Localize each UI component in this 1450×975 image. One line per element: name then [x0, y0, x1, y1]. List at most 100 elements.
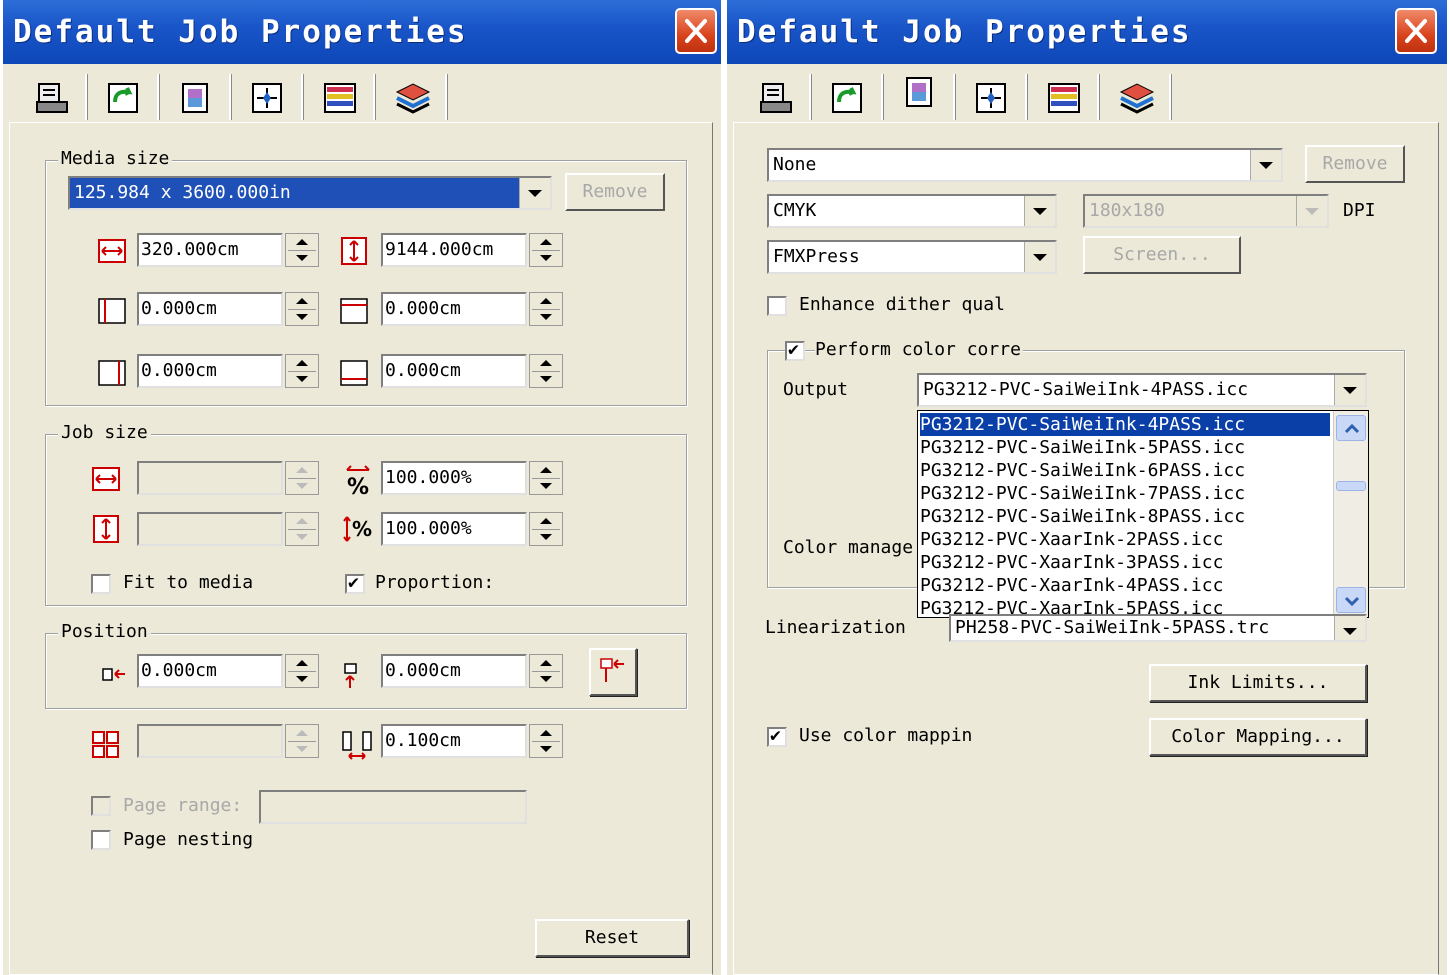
position-anchor-button[interactable]: [589, 648, 637, 696]
scroll-down-button[interactable]: [1336, 587, 1366, 613]
profile-remove-button[interactable]: Remove: [1305, 145, 1405, 183]
position-y-stepper[interactable]: [529, 654, 563, 688]
color-correction-legend: Perform color corre: [815, 339, 1023, 361]
margin-left-stepper[interactable]: [285, 292, 319, 326]
tile-count-field[interactable]: [137, 724, 283, 758]
scale-y-stepper[interactable]: [529, 512, 563, 546]
media-size-select[interactable]: 125.984 x 3600.000in: [68, 176, 552, 210]
list-item[interactable]: PG3212-PVC-SaiWeiInk-4PASS.icc: [920, 413, 1330, 436]
printer-icon: [36, 83, 68, 113]
media-height-field[interactable]: 9144.000cm: [381, 233, 527, 267]
tab-stripes[interactable]: [311, 72, 371, 122]
list-item[interactable]: PG3212-PVC-SaiWeiInk-6PASS.icc: [920, 459, 1330, 482]
spacing-field[interactable]: 0.100cm: [381, 724, 527, 758]
tab-stripes[interactable]: [1035, 72, 1095, 122]
margin-left-field[interactable]: 0.000cm: [137, 292, 283, 326]
chevron-down-icon[interactable]: [1296, 196, 1327, 226]
printer-icon: [760, 83, 792, 113]
close-icon: [1405, 19, 1427, 43]
margin-right-stepper[interactable]: [285, 354, 319, 388]
job-width-field[interactable]: [137, 461, 283, 495]
margin-right-icon: [97, 358, 127, 388]
color-icon: [906, 77, 932, 107]
anchor-icon: [600, 658, 624, 682]
media-width-field[interactable]: 320.000cm: [137, 233, 283, 267]
output-select[interactable]: PG3212-PVC-SaiWeiInk-4PASS.icc: [917, 373, 1367, 407]
svg-text:%: %: [352, 517, 372, 541]
use-color-mapping-label: Use color mappin: [799, 725, 973, 746]
chevron-down-icon[interactable]: [1024, 242, 1055, 272]
margin-top-field[interactable]: 0.000cm: [381, 292, 527, 326]
chevron-up-icon: [1344, 423, 1360, 434]
spacing-stepper[interactable]: [529, 724, 563, 758]
margin-top-stepper[interactable]: [529, 292, 563, 326]
scale-x-field[interactable]: 100.000%: [381, 461, 527, 495]
left-title-bar[interactable]: Default Job Properties: [3, 0, 721, 64]
position-x-stepper[interactable]: [285, 654, 319, 688]
job-width-stepper[interactable]: [285, 461, 319, 495]
left-close-button[interactable]: [675, 8, 717, 54]
tab-media[interactable]: [23, 72, 83, 122]
right-title-bar[interactable]: Default Job Properties: [727, 0, 1447, 64]
tab-media[interactable]: [747, 72, 807, 122]
chevron-down-icon[interactable]: [519, 178, 550, 208]
linearization-select[interactable]: PH258-PVC-SaiWeiInk-5PASS.trc: [949, 614, 1367, 642]
media-width-stepper[interactable]: [285, 233, 319, 267]
position-x-field[interactable]: 0.000cm: [137, 654, 283, 688]
fit-to-media-checkbox[interactable]: [91, 574, 111, 594]
list-item[interactable]: PG3212-PVC-SaiWeiInk-5PASS.icc: [920, 436, 1330, 459]
color-mode-select[interactable]: CMYK: [767, 194, 1057, 228]
chevron-down-icon[interactable]: [1334, 616, 1365, 640]
right-close-button[interactable]: [1395, 8, 1437, 54]
scale-x-stepper[interactable]: [529, 461, 563, 495]
tab-color-active[interactable]: [891, 66, 951, 116]
ink-limits-button[interactable]: Ink Limits...: [1149, 664, 1367, 702]
profile-select[interactable]: None: [767, 148, 1283, 182]
margin-bottom-field[interactable]: 0.000cm: [381, 354, 527, 388]
list-item[interactable]: PG3212-PVC-SaiWeiInk-8PASS.icc: [920, 505, 1330, 528]
chevron-down-icon[interactable]: [1250, 150, 1281, 180]
scroll-thumb[interactable]: [1336, 481, 1366, 491]
tile-count-stepper[interactable]: [285, 724, 319, 758]
dropdown-scrollbar[interactable]: [1333, 411, 1368, 617]
dither-select[interactable]: FMXPress: [767, 240, 1057, 274]
page-range-field[interactable]: [259, 790, 527, 824]
position-y-icon: [337, 662, 367, 692]
output-dropdown-list[interactable]: PG3212-PVC-SaiWeiInk-4PASS.icc PG3212-PV…: [917, 410, 1369, 618]
reset-button[interactable]: Reset: [535, 919, 689, 957]
proportional-checkbox[interactable]: ✔: [345, 572, 365, 594]
chevron-down-icon[interactable]: [1334, 375, 1365, 405]
list-item[interactable]: PG3212-PVC-XaarInk-4PASS.icc: [920, 574, 1330, 597]
media-remove-button[interactable]: Remove: [565, 173, 665, 211]
job-height-stepper[interactable]: [285, 512, 319, 546]
position-y-field[interactable]: 0.000cm: [381, 654, 527, 688]
tab-layers[interactable]: [1107, 72, 1167, 122]
page-nesting-checkbox[interactable]: [91, 830, 111, 850]
margin-bottom-stepper[interactable]: [529, 354, 563, 388]
job-height-field[interactable]: [137, 512, 283, 546]
chevron-down-icon[interactable]: [1024, 196, 1055, 226]
use-color-mapping-checkbox[interactable]: ✔: [767, 725, 787, 747]
page-range-checkbox[interactable]: [91, 796, 111, 816]
scale-y-field[interactable]: 100.000%: [381, 512, 527, 546]
scroll-up-button[interactable]: [1336, 415, 1366, 441]
screen-button[interactable]: Screen...: [1083, 236, 1241, 274]
list-item[interactable]: PG3212-PVC-XaarInk-2PASS.icc: [920, 528, 1330, 551]
margin-top-icon: [339, 296, 369, 326]
list-item[interactable]: PG3212-PVC-SaiWeiInk-7PASS.icc: [920, 482, 1330, 505]
color-mapping-button[interactable]: Color Mapping...: [1149, 718, 1367, 756]
tab-color[interactable]: [167, 72, 227, 122]
color-correction-checkbox[interactable]: ✔: [785, 339, 805, 361]
tab-layers[interactable]: [383, 72, 443, 122]
tab-rotate[interactable]: [95, 72, 155, 122]
media-height-stepper[interactable]: [529, 233, 563, 267]
margin-left-icon: [97, 296, 127, 326]
tab-layout[interactable]: [239, 72, 299, 122]
margin-right-field[interactable]: 0.000cm: [137, 354, 283, 388]
tab-layout[interactable]: [963, 72, 1023, 122]
enhance-dither-checkbox[interactable]: [767, 296, 787, 316]
resolution-select[interactable]: 180x180: [1083, 194, 1329, 228]
list-item[interactable]: PG3212-PVC-XaarInk-3PASS.icc: [920, 551, 1330, 574]
tab-rotate[interactable]: [819, 72, 879, 122]
stripes-icon: [324, 83, 356, 113]
